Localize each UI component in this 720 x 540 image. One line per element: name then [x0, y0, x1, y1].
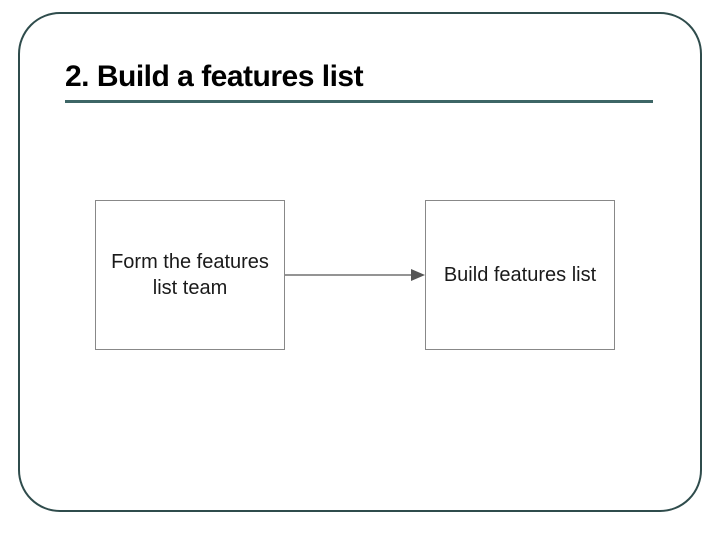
title-area: 2. Build a features list	[65, 60, 653, 103]
title-underline	[65, 100, 653, 103]
arrow-icon	[285, 268, 425, 282]
process-box-form-team: Form the features list team	[95, 200, 285, 350]
slide-title: 2. Build a features list	[65, 60, 653, 98]
box-label: Form the features list team	[106, 249, 274, 301]
process-box-build-list: Build features list	[425, 200, 615, 350]
box-label: Build features list	[444, 262, 596, 288]
diagram: Form the features list team Build featur…	[95, 200, 625, 360]
